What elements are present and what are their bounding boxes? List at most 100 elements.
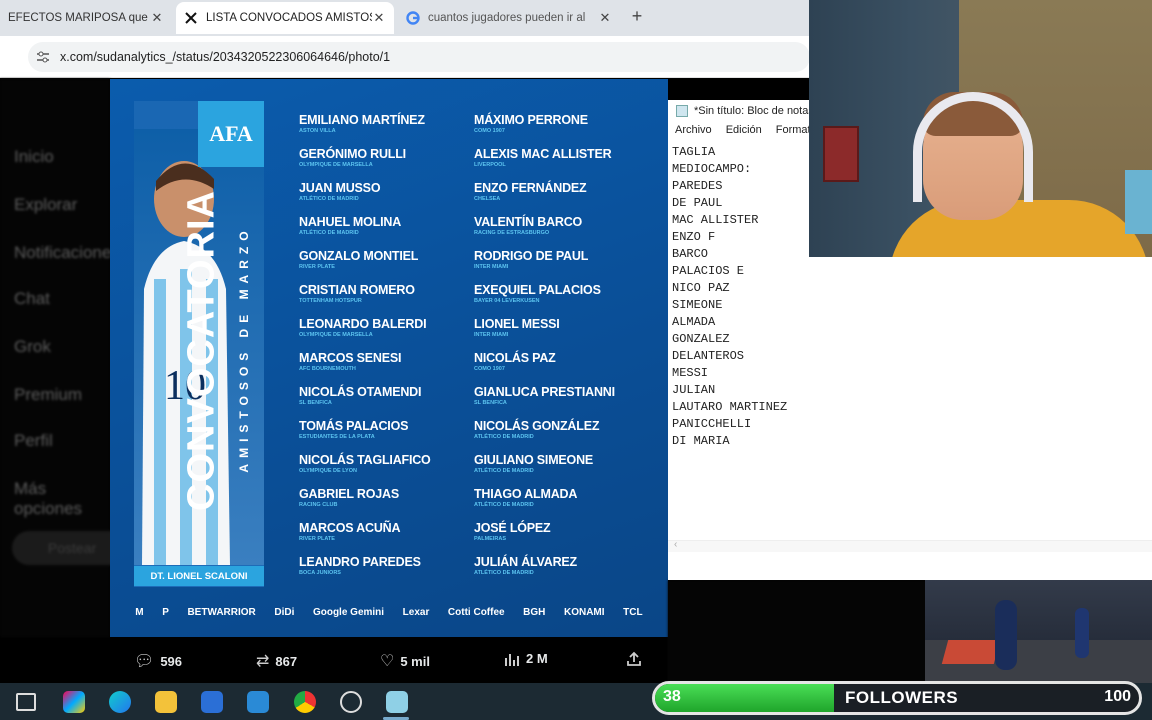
player-name: CRISTIAN ROMERO <box>299 283 415 297</box>
repost-button[interactable]: ⇄ 867 <box>256 651 297 671</box>
horizontal-scrollbar[interactable]: ‹ <box>668 539 1152 552</box>
close-icon[interactable]: ✕ <box>598 10 612 26</box>
tab-label: cuantos jugadores pueden ir al <box>428 12 586 24</box>
player-name: VALENTÍN BARCO <box>474 215 583 229</box>
tab-label: EFECTOS MARIPOSA que al <box>8 12 150 24</box>
views-button[interactable]: 2 M <box>504 651 548 666</box>
reply-button[interactable]: 💬︎ 596 <box>134 651 182 671</box>
player-name: LEANDRO PAREDES <box>299 555 421 569</box>
sponsor-logo: Cotti Coffee <box>447 607 505 618</box>
close-icon[interactable]: ✕ <box>372 10 386 26</box>
clip-board <box>941 640 1001 664</box>
followers-goal-widget: 38 FOLLOWERS 100 <box>652 681 1142 715</box>
player-name: GABRIEL ROJAS <box>299 487 399 501</box>
player-name: GIANLUCA PRESTIANNI <box>474 385 615 399</box>
player-club: COMO 1907 <box>474 366 505 372</box>
player-club: OLYMPIQUE DE MARSELLA <box>299 162 373 168</box>
notepad-line: GONZALEZ <box>672 332 730 346</box>
player-entry: TOMÁS PALACIOS ESTUDIANTES DE LA PLATA <box>299 419 408 440</box>
player-club: ESTUDIANTES DE LA PLATA <box>299 434 375 440</box>
notepad-icon <box>676 105 688 117</box>
obs-icon[interactable] <box>340 691 362 713</box>
notepad-text-area[interactable]: TAGLIA MEDIOCAMPO: PAREDES DE PAUL MAC ALLIS… <box>672 144 787 450</box>
menu-archivo[interactable]: Archivo <box>675 124 712 142</box>
outlook-icon[interactable] <box>247 691 269 713</box>
player-club: RIVER PLATE <box>299 264 335 270</box>
player-name: TOMÁS PALACIOS <box>299 419 409 433</box>
graphic-subtitle: AMISTOSOS DE MARZO <box>237 225 251 473</box>
site-settings-icon[interactable] <box>36 50 50 64</box>
sidebar-item-notificaciones[interactable]: Notificaciones <box>14 243 120 263</box>
player-entry: NICOLÁS PAZ COMO 1907 <box>474 351 556 372</box>
player-name: MARCOS SENESI <box>299 351 402 365</box>
url-field[interactable]: x.com/sudanalytics_/status/2034320522306… <box>28 42 810 72</box>
player-club: TOTTENHAM HOTSPUR <box>299 298 362 304</box>
player-name: THIAGO ALMADA <box>474 487 578 501</box>
player-name: JULIÁN ÁLVAREZ <box>474 555 577 569</box>
webcam-poster <box>823 126 859 182</box>
player-club: OLYMPIQUE DE MARSELLA <box>299 332 373 338</box>
sponsor-strip: M P BETWARRIOR DiDi Google Gemini Lexar … <box>110 607 668 618</box>
player-club: RACING CLUB <box>299 502 338 508</box>
player-entry: GERÓNIMO RULLI OLYMPIQUE DE MARSELLA <box>299 147 406 168</box>
sidebar-item-perfil[interactable]: Perfil <box>14 431 53 451</box>
share-button[interactable] <box>626 651 642 667</box>
store-icon[interactable] <box>201 691 223 713</box>
player-club: INTER MIAMI <box>474 332 509 338</box>
sidebar-item-inicio[interactable]: Inicio <box>14 147 54 167</box>
reply-count: 596 <box>160 653 183 669</box>
player-club: PALMEIRAS <box>474 536 506 542</box>
headphones-icon <box>913 92 1033 202</box>
sponsor-logo: Lexar <box>402 607 430 618</box>
followers-current: 38 <box>663 688 681 705</box>
file-explorer-icon[interactable] <box>155 691 177 713</box>
player-entry: THIAGO ALMADA ATLÉTICO DE MADRID <box>474 487 577 508</box>
player-entry: EXEQUIEL PALACIOS BAYER 04 LEVERKUSEN <box>474 283 601 304</box>
edge-icon[interactable] <box>109 691 131 713</box>
notepad-line: SIMEONE <box>672 298 723 312</box>
scroll-left-icon[interactable]: ‹ <box>674 539 677 550</box>
player-club: INTER MIAMI <box>474 264 509 270</box>
sidebar-item-premium[interactable]: Premium <box>14 385 82 405</box>
clip-person <box>995 600 1017 670</box>
task-view-icon[interactable] <box>16 693 36 711</box>
player-name: GONZALO MONTIEL <box>299 249 419 263</box>
repost-icon: ⇄ <box>256 653 270 670</box>
sponsor-logo: BGH <box>523 607 546 618</box>
player-entry: LEONARDO BALERDI OLYMPIQUE DE MARSELLA <box>299 317 427 338</box>
player-club: ATLÉTICO DE MADRID <box>474 434 534 440</box>
player-name: ALEXIS MAC ALLISTER <box>474 147 612 161</box>
player-club: ATLÉTICO DE MADRID <box>474 570 534 576</box>
heart-icon: ♡ <box>380 653 395 670</box>
sidebar-item-mas-opciones[interactable]: Más opciones <box>14 479 110 519</box>
notepad-taskbar-icon[interactable] <box>386 691 408 713</box>
sidebar-item-grok[interactable]: Grok <box>14 337 51 357</box>
player-entry: NICOLÁS OTAMENDI SL BENFICA <box>299 385 421 406</box>
menu-edicion[interactable]: Edición <box>726 124 762 142</box>
address-bar: x.com/sudanalytics_/status/2034320522306… <box>0 36 810 78</box>
tab-efectos-mariposa[interactable]: EFECTOS MARIPOSA que al ✕ <box>0 2 172 34</box>
notepad-line: DE PAUL <box>672 196 723 210</box>
player-name: LEONARDO BALERDI <box>299 317 427 331</box>
player-name: ENZO FERNÁNDEZ <box>474 181 587 195</box>
like-button[interactable]: ♡ 5 mil <box>380 651 430 671</box>
afa-badge: AFA <box>198 101 264 167</box>
player-name: GIULIANO SIMEONE <box>474 453 594 467</box>
tab-lista-convocados[interactable]: LISTA CONVOCADOS AMISTOS ✕ <box>176 2 394 34</box>
chrome-icon[interactable] <box>294 691 316 713</box>
player-name: MÁXIMO PERRONE <box>474 113 588 127</box>
player-name: NICOLÁS GONZÁLEZ <box>474 419 600 433</box>
close-icon[interactable]: ✕ <box>150 10 164 26</box>
player-name: NICOLÁS TAGLIAFICO <box>299 453 431 467</box>
notepad-title: *Sin título: Bloc de notas <box>694 105 814 117</box>
player-name: EXEQUIEL PALACIOS <box>474 283 601 297</box>
tab-cuantos-jugadores[interactable]: cuantos jugadores pueden ir al ✕ <box>398 2 620 34</box>
player-entry: RODRIGO DE PAUL INTER MIAMI <box>474 249 588 270</box>
sidebar-item-chat[interactable]: Chat <box>14 289 50 309</box>
copilot-icon[interactable] <box>63 691 85 713</box>
player-name: JUAN MUSSO <box>299 181 381 195</box>
new-tab-plus-icon[interactable]: + <box>627 6 647 27</box>
notepad-line: TAGLIA <box>672 145 716 159</box>
player-club: LIVERPOOL <box>474 162 506 168</box>
sidebar-item-explorar[interactable]: Explorar <box>14 195 77 215</box>
